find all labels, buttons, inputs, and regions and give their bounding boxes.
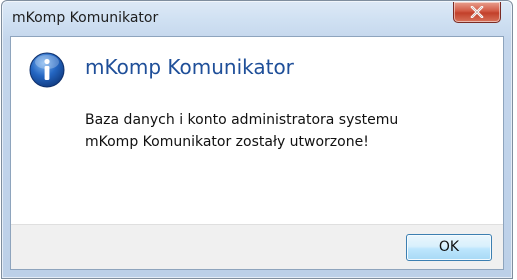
message-line-2: mKomp Komunikator zostały utworzone! (85, 134, 369, 150)
dialog-message: Baza danych i konto administratora syste… (85, 109, 398, 153)
dialog-footer: OK (11, 224, 503, 269)
info-icon (29, 52, 65, 88)
dialog-content: mKomp Komunikator Baza danych i konto ad… (10, 36, 504, 270)
dialog-heading: mKomp Komunikator (85, 55, 294, 79)
close-button[interactable] (453, 2, 501, 23)
ok-button[interactable]: OK (406, 234, 492, 261)
message-line-1: Baza danych i konto administratora syste… (85, 112, 399, 128)
close-icon (470, 6, 484, 18)
window-title: mKomp Komunikator (12, 10, 159, 26)
message-dialog-window: mKomp Komunikator mKomp Komunikator Baza… (1, 0, 513, 279)
title-bar[interactable]: mKomp Komunikator (2, 1, 512, 37)
